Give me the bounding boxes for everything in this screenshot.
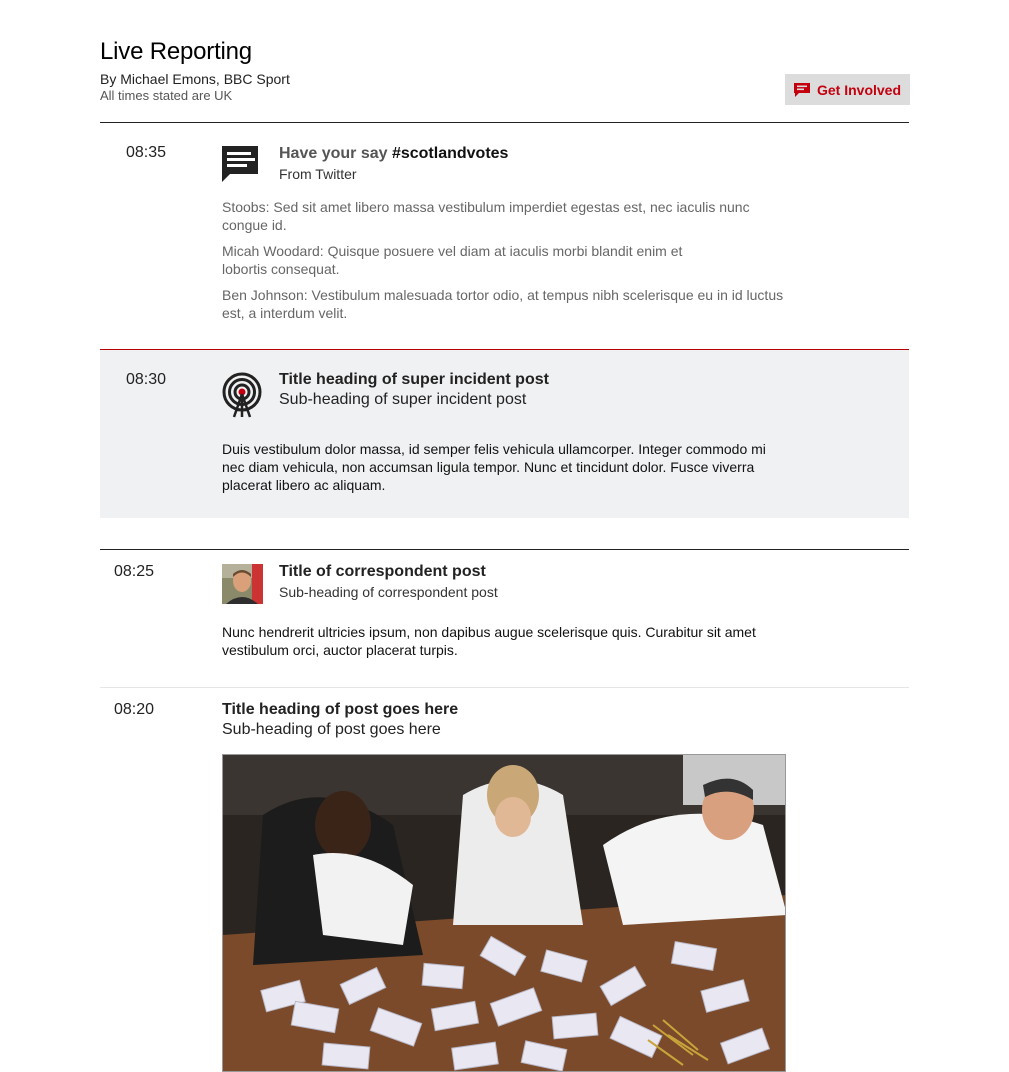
get-involved-label: Get Involved <box>817 81 902 98</box>
post-title-prefix: Have your say <box>279 145 392 162</box>
times-note: All times stated are UK <box>100 88 233 103</box>
header-divider <box>100 122 909 123</box>
post-time: 08:35 <box>126 144 167 161</box>
post-title: Title of correspondent post <box>279 563 486 580</box>
post-divider <box>100 549 909 550</box>
post-title: Have your say #scotlandvotes <box>279 145 508 163</box>
comment-icon <box>793 82 811 98</box>
post-title: Title heading of post goes here <box>222 701 459 718</box>
broadcast-tower-icon <box>222 372 262 423</box>
post-subtitle: Sub-heading of correspondent post <box>279 584 498 600</box>
post-source: From Twitter <box>279 166 357 182</box>
post-title: Title heading of super incident post <box>279 371 549 388</box>
get-involved-button[interactable]: Get Involved <box>785 74 910 105</box>
tweet-quote: Micah Woodard: Quisque posuere vel diam … <box>222 243 683 277</box>
tweet-quote: Ben Johnson: Vestibulum malesuada tortor… <box>222 287 784 321</box>
post-time: 08:25 <box>114 563 155 580</box>
post-subtitle: Sub-heading of super incident post <box>279 391 527 408</box>
post-time: 08:30 <box>126 371 167 388</box>
hashtag-link[interactable]: #scotlandvotes <box>392 145 508 162</box>
correspondent-avatar <box>222 564 263 604</box>
byline: By Michael Emons, BBC Sport <box>100 71 290 87</box>
post-body: Duis vestibulum dolor massa, id semper f… <box>222 441 766 493</box>
page-title: Live Reporting <box>100 38 252 65</box>
post-body: Nunc hendrerit ultricies ipsum, non dapi… <box>222 624 756 658</box>
tweet-quote: Stoobs: Sed sit amet libero massa vestib… <box>222 199 750 233</box>
speech-bubble-icon <box>222 146 258 187</box>
post-divider <box>100 687 909 688</box>
post-subtitle: Sub-heading of post goes here <box>222 721 441 738</box>
post-time: 08:20 <box>114 701 155 718</box>
vote-counting-photo <box>222 754 786 1072</box>
